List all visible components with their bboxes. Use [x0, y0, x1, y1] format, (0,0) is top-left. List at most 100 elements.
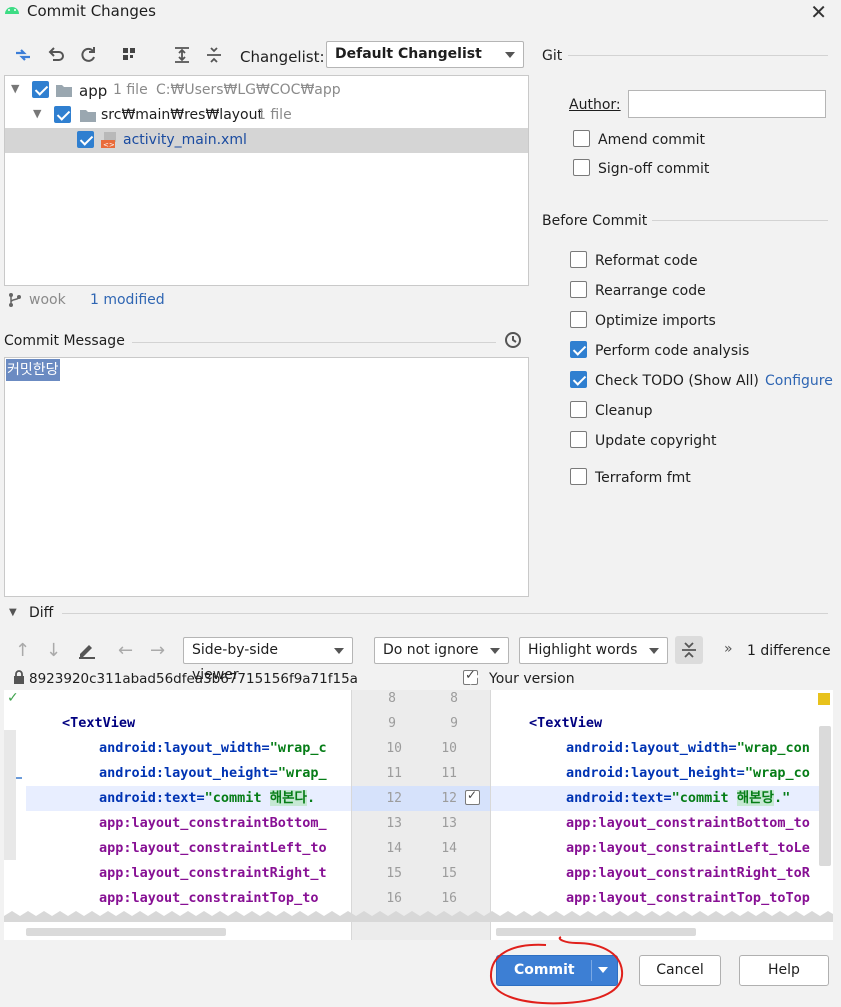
history-clock-icon[interactable] — [504, 331, 522, 349]
group-by-icon[interactable] — [120, 45, 140, 65]
chevron-down-icon[interactable]: ▼ — [33, 107, 41, 120]
commit-message-input[interactable]: 커밋한당 — [4, 357, 529, 597]
checkmark-icon: ✓ — [7, 690, 19, 706]
rearrange-code-label[interactable]: Rearrange code — [595, 283, 706, 299]
branch-icon — [8, 292, 22, 308]
divider — [652, 220, 828, 221]
line-number-gutter: 8 8 9 9 10 10 11 11 12 12 ✓ 13 13 14 14 … — [351, 690, 491, 940]
amend-commit-label[interactable]: Amend commit — [598, 132, 705, 148]
left-revision-hash: 8923920c311abad56dfea3b67715156f9a71f15a — [29, 671, 358, 687]
update-copyright-label[interactable]: Update copyright — [595, 433, 716, 449]
diff-viewer[interactable]: ✓ <TextView android:layout_width="wrap_c… — [4, 690, 833, 940]
folder-icon — [79, 107, 97, 123]
code-analysis-label[interactable]: Perform code analysis — [595, 343, 749, 359]
chevron-down-icon[interactable]: ▼ — [11, 82, 19, 95]
window-title: Commit Changes — [27, 2, 156, 20]
tree-item-meta: 1 file — [257, 107, 292, 123]
line-number: 11 — [441, 766, 457, 781]
collapse-all-icon[interactable] — [204, 45, 224, 65]
chevron-down-icon[interactable]: ▼ — [9, 607, 17, 618]
xml-file-icon: <> — [101, 131, 119, 149]
line-number: 9 — [450, 716, 458, 731]
edit-pencil-icon[interactable] — [77, 641, 97, 659]
highlight-dropdown[interactable]: Highlight words — [519, 637, 668, 664]
arrow-up-icon[interactable]: ↑ — [15, 640, 30, 661]
author-label: Author: — [569, 97, 621, 113]
line-number: 14 — [386, 841, 402, 856]
line-number: 13 — [386, 816, 402, 831]
refresh-icon[interactable] — [78, 45, 98, 65]
left-line-9: <TextView — [62, 715, 136, 731]
collapse-unchanged-icon[interactable] — [675, 636, 703, 664]
terraform-fmt-label[interactable]: Terraform fmt — [595, 470, 691, 486]
ignore-value: Do not ignore — [383, 642, 479, 658]
check-todo-label[interactable]: Check TODO (Show All) — [595, 373, 759, 389]
tree-item-name: app — [79, 82, 108, 100]
tree-row-layout[interactable]: ▼ src₩main₩res₩layout 1 file — [5, 103, 528, 128]
viewer-dropdown[interactable]: Side-by-side viewer — [183, 637, 353, 683]
cancel-button[interactable]: Cancel — [639, 955, 721, 986]
left-line-15: app:layout_constraintRight_t — [99, 865, 327, 881]
rearrange-code-checkbox[interactable] — [570, 281, 587, 298]
left-line-14: app:layout_constraintLeft_to — [99, 840, 327, 856]
cleanup-checkbox[interactable] — [570, 401, 587, 418]
line-number: 16 — [386, 891, 402, 906]
optimize-imports-checkbox[interactable] — [570, 311, 587, 328]
reformat-code-label[interactable]: Reformat code — [595, 253, 698, 269]
line-number: 12 — [441, 791, 457, 806]
app-checkbox[interactable] — [32, 81, 49, 98]
divider — [62, 613, 828, 614]
tree-item-meta: 1 file — [113, 82, 148, 98]
cleanup-label[interactable]: Cleanup — [595, 403, 653, 419]
show-diff-icon[interactable] — [13, 45, 33, 65]
help-button[interactable]: Help — [739, 955, 829, 986]
horizontal-scrollbar[interactable] — [26, 928, 226, 936]
changes-tree[interactable]: ▼ app 1 file C:₩Users₩LG₩COC₩app ▼ src₩m… — [4, 75, 529, 286]
annotation-circle — [489, 936, 624, 1005]
chevron-down-icon — [490, 648, 500, 654]
terraform-fmt-checkbox[interactable] — [570, 468, 587, 485]
check-todo-checkbox[interactable] — [570, 371, 587, 388]
line-number: 16 — [441, 891, 457, 906]
right-line-11: android:layout_height="wrap_co — [566, 765, 810, 781]
arrow-down-icon[interactable]: ↓ — [46, 640, 61, 661]
amend-commit-checkbox[interactable] — [573, 130, 590, 147]
chevron-down-icon — [649, 648, 659, 654]
close-icon[interactable]: ✕ — [810, 0, 827, 24]
android-icon — [4, 3, 20, 15]
expand-all-icon[interactable] — [172, 45, 192, 65]
configure-link[interactable]: Configure — [765, 373, 833, 389]
left-line-13: app:layout_constraintBottom_ — [99, 815, 327, 831]
right-line-10: android:layout_width="wrap_con — [566, 740, 810, 756]
sign-off-checkbox[interactable] — [573, 159, 590, 176]
line-number: 10 — [441, 741, 457, 756]
arrow-right-icon[interactable]: → — [150, 640, 165, 661]
ignore-dropdown[interactable]: Do not ignore — [374, 637, 509, 664]
code-analysis-checkbox[interactable] — [570, 341, 587, 358]
file-checkbox[interactable] — [77, 131, 94, 148]
reformat-code-checkbox[interactable] — [570, 251, 587, 268]
right-line-15: app:layout_constraintRight_toR — [566, 865, 810, 881]
commit-message-text: 커밋한당 — [6, 359, 60, 381]
vertical-scrollbar[interactable] — [819, 726, 831, 866]
left-line-12: android:text="commit 해본다. — [99, 790, 316, 806]
update-copyright-checkbox[interactable] — [570, 431, 587, 448]
arrow-left-icon[interactable]: ← — [118, 640, 133, 661]
line-number: 12 — [386, 791, 402, 806]
tree-row-file[interactable]: <> activity_main.xml — [5, 128, 528, 153]
tree-row-app[interactable]: ▼ app 1 file C:₩Users₩LG₩COC₩app — [5, 78, 528, 103]
modified-link[interactable]: 1 modified — [90, 292, 165, 308]
left-line-11: android:layout_height="wrap_ — [99, 765, 327, 781]
sign-off-label[interactable]: Sign-off commit — [598, 161, 709, 177]
left-line-16: app:layout_constraintTop_to — [99, 890, 319, 906]
tree-item-name: activity_main.xml — [123, 132, 247, 148]
changelist-dropdown[interactable]: Default Changelist — [326, 41, 524, 68]
author-input[interactable] — [628, 90, 826, 118]
double-chevron-icon[interactable]: » — [724, 641, 733, 657]
before-commit-title: Before Commit — [542, 213, 648, 229]
line-number: 9 — [388, 716, 396, 731]
tree-item-name: src₩main₩res₩layout — [101, 107, 263, 123]
optimize-imports-label[interactable]: Optimize imports — [595, 313, 716, 329]
layout-checkbox[interactable] — [54, 106, 71, 123]
rollback-icon[interactable] — [46, 45, 66, 65]
